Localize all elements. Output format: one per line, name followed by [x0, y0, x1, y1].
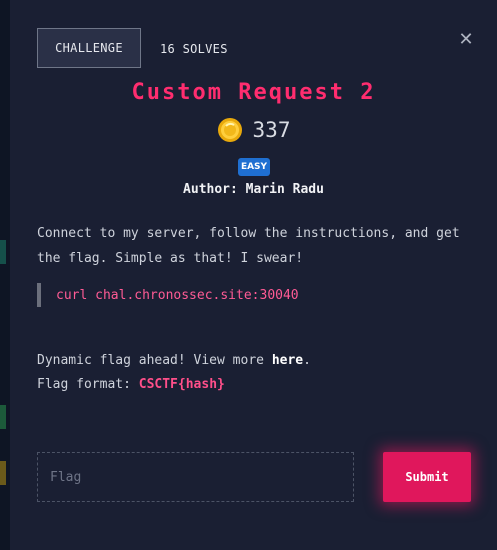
page-edge-strip-teal: [0, 240, 6, 264]
dynamic-flag-note: Dynamic flag ahead! View more here. Flag…: [37, 349, 311, 397]
flag-input[interactable]: [37, 452, 354, 502]
difficulty-badge: EASY: [238, 158, 270, 176]
challenge-author: Author: Marin Radu: [183, 182, 324, 197]
challenge-points: 337: [252, 118, 291, 142]
page-edge-strip-gold: [0, 461, 6, 485]
dynamic-flag-text: Dynamic flag ahead! View more: [37, 353, 272, 368]
coin-icon: [217, 118, 242, 142]
tab-challenge[interactable]: CHALLENGE: [37, 28, 141, 68]
tab-solves[interactable]: 16 SOLVES: [160, 42, 228, 56]
dynamic-flag-link[interactable]: here: [272, 353, 303, 368]
command-block: curl chal.chronossec.site:30040: [37, 283, 299, 307]
points-row: 337: [10, 117, 497, 143]
command-code: curl chal.chronossec.site:30040: [56, 287, 299, 303]
close-icon[interactable]: ✕: [458, 31, 474, 49]
submit-button[interactable]: Submit: [383, 452, 471, 502]
challenge-description: Connect to my server, follow the instruc…: [37, 226, 460, 266]
dynamic-flag-suffix: .: [303, 353, 311, 368]
flag-format-label: Flag format:: [37, 377, 139, 392]
page-edge-strip: [0, 0, 6, 240]
challenge-modal: CHALLENGE 16 SOLVES ✕ Custom Request 2 3…: [10, 0, 497, 550]
challenge-title: Custom Request 2: [131, 80, 376, 105]
page-edge-strip-green: [0, 405, 6, 429]
flag-format-value: CSCTF{hash}: [138, 377, 225, 392]
